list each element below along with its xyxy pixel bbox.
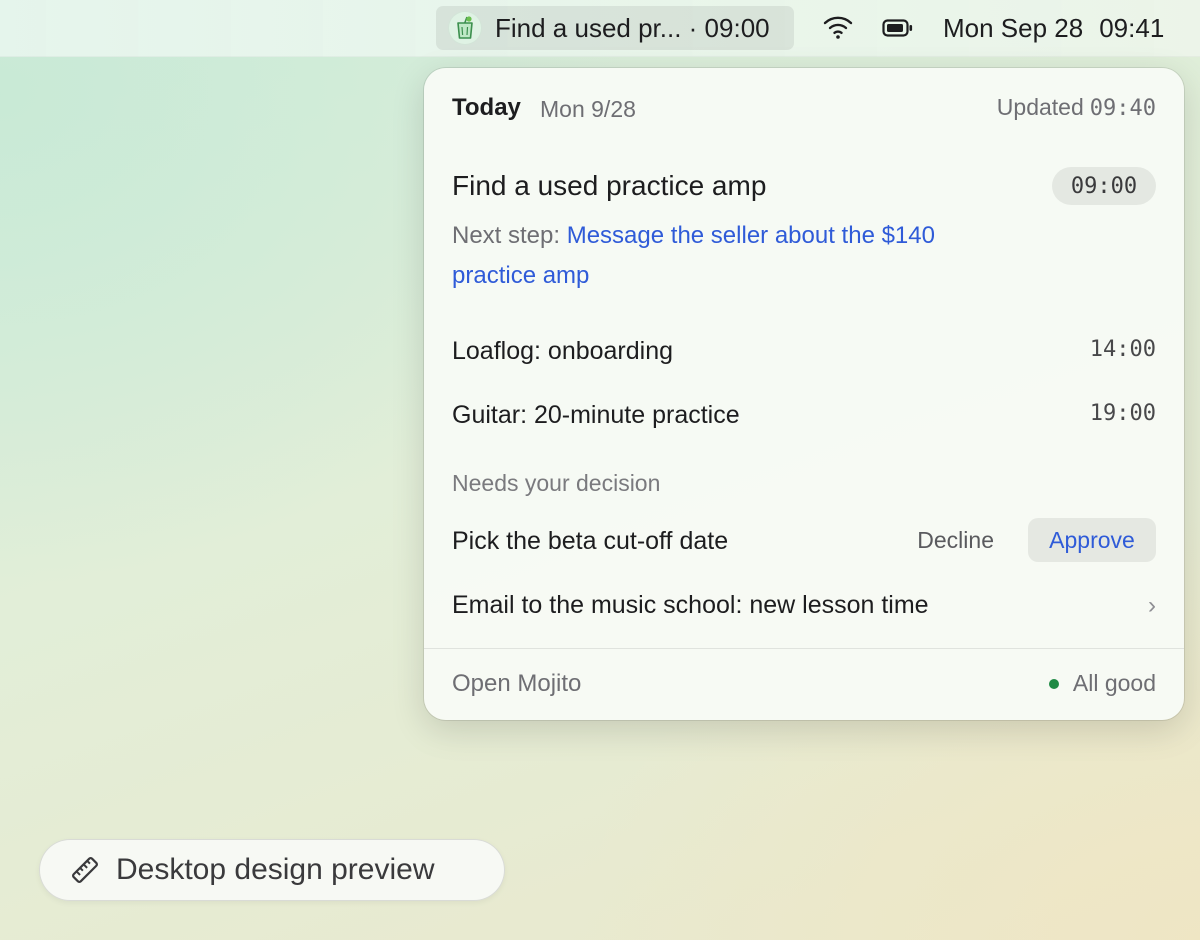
today-popover: Today Mon 9/28 Updated 09:40 Find a used …	[424, 68, 1184, 720]
menu-bar-time: 09:41	[1099, 13, 1165, 43]
schedule-item[interactable]: Loaflog: onboarding 14:00	[452, 331, 1156, 371]
next-step: Next step: Message the seller about the …	[452, 216, 1012, 296]
header-date: Mon 9/28	[540, 96, 636, 122]
decline-button[interactable]: Decline	[915, 522, 996, 558]
footer-divider	[424, 648, 1184, 649]
preview-badge-label: Desktop design preview	[116, 853, 435, 886]
decision-item-label: Pick the beta cut-off date	[452, 527, 729, 555]
focus-task-title[interactable]: Find a used practice amp	[452, 170, 1156, 202]
decision-item: Pick the beta cut-off date Decline Appro…	[452, 518, 1156, 562]
menu-bar: Find a used pr... · 09:00 Mon Sep 28 09:4…	[0, 0, 1200, 57]
popover-footer: Open Mojito All good	[452, 668, 1156, 704]
ruler-icon	[70, 855, 100, 885]
decisions-section-label: Needs your decision	[452, 470, 661, 496]
status-indicator: All good	[1048, 670, 1156, 697]
battery-icon[interactable]	[882, 18, 914, 43]
menu-bar-clock[interactable]: Mon Sep 28 09:41	[943, 13, 1164, 44]
focus-task-time: 09:00	[1052, 167, 1156, 205]
email-item-label: Email to the music school: new lesson ti…	[452, 591, 929, 619]
chevron-right-icon: ›	[1148, 592, 1156, 619]
wifi-icon[interactable]	[822, 14, 854, 45]
header-today-label: Today	[452, 94, 521, 121]
header-updated: Updated 09:40	[997, 94, 1156, 121]
schedule-item-time: 14:00	[1089, 337, 1156, 362]
schedule-item-time: 19:00	[1089, 401, 1156, 426]
status-dot-icon	[1048, 678, 1059, 689]
updated-time: 09:40	[1089, 96, 1156, 121]
approve-button[interactable]: Approve	[1028, 518, 1156, 562]
open-mojito-link[interactable]: Open Mojito	[452, 670, 581, 698]
menu-bar-app-title: Find a used pr... · 09:00	[495, 12, 770, 43]
menu-bar-date: Mon Sep 28	[943, 13, 1084, 43]
schedule-item-label: Loaflog: onboarding	[452, 337, 674, 365]
mojito-glass-icon	[448, 11, 482, 45]
schedule-item-label: Guitar: 20-minute practice	[452, 401, 740, 429]
status-label: All good	[1072, 670, 1156, 696]
email-decision-item[interactable]: Email to the music school: new lesson ti…	[452, 586, 1156, 626]
popover-header: Today Mon 9/28 Updated 09:40	[452, 94, 1156, 124]
next-step-label: Next step:	[452, 222, 561, 249]
updated-label: Updated	[996, 94, 1084, 120]
desktop-design-preview-badge: Desktop design preview	[39, 839, 505, 901]
menu-bar-app-status[interactable]: Find a used pr... · 09:00	[436, 6, 794, 50]
schedule-item[interactable]: Guitar: 20-minute practice 19:00	[452, 395, 1156, 435]
